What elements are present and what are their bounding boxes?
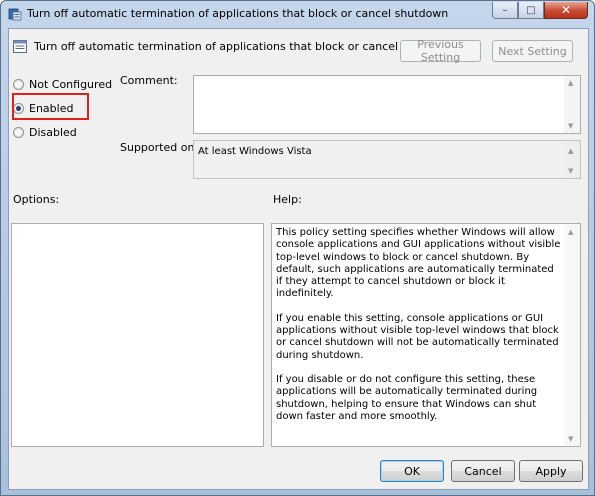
- options-label: Options:: [13, 193, 60, 206]
- help-text: This policy setting specifies whether Wi…: [276, 227, 562, 435]
- help-scrollbar[interactable]: ▲ ▼: [564, 224, 580, 446]
- minimize-button[interactable]: –: [492, 2, 518, 19]
- setting-title: Turn off automatic termination of applic…: [34, 40, 456, 53]
- supported-on-label: Supported on:: [120, 141, 199, 154]
- help-paragraph: This policy setting specifies whether Wi…: [276, 227, 561, 300]
- radio-not-configured[interactable]: Not Configured: [13, 78, 112, 91]
- radio-label: Disabled: [29, 126, 77, 139]
- supported-scrollbar[interactable]: ▲ ▼: [564, 141, 580, 178]
- scroll-up-icon[interactable]: ▲: [568, 79, 573, 87]
- supported-on-value: At least Windows Vista: [198, 146, 312, 157]
- comment-textarea[interactable]: ▲ ▼: [193, 75, 581, 134]
- close-button[interactable]: ✕: [544, 2, 588, 19]
- scroll-down-icon[interactable]: ▼: [568, 122, 573, 130]
- radio-circle[interactable]: [13, 127, 24, 138]
- minimize-icon: –: [502, 4, 508, 16]
- close-icon: ✕: [560, 3, 572, 17]
- setting-icon: [13, 40, 27, 53]
- scroll-up-icon[interactable]: ▲: [568, 147, 573, 155]
- scroll-down-icon[interactable]: ▼: [568, 167, 573, 175]
- scroll-up-icon[interactable]: ▲: [568, 228, 573, 236]
- title-bar[interactable]: Turn off automatic termination of applic…: [1, 1, 594, 27]
- dialog-window: Turn off automatic termination of applic…: [0, 0, 595, 496]
- policy-icon: [8, 8, 22, 21]
- maximize-icon: □: [526, 4, 536, 16]
- radio-circle[interactable]: [13, 79, 24, 90]
- comment-label: Comment:: [120, 74, 178, 87]
- apply-button[interactable]: Apply: [519, 460, 583, 482]
- cancel-button[interactable]: Cancel: [451, 460, 515, 482]
- previous-setting-button[interactable]: Previous Setting: [400, 38, 481, 64]
- radio-label: Not Configured: [29, 78, 113, 91]
- radio-disabled[interactable]: Disabled: [13, 126, 77, 139]
- supported-on-box: At least Windows Vista ▲ ▼: [193, 140, 581, 179]
- help-paragraph: If you enable this setting, console appl…: [276, 312, 559, 361]
- scroll-down-icon[interactable]: ▼: [568, 435, 573, 443]
- options-panel: [11, 223, 264, 447]
- help-label: Help:: [273, 193, 302, 206]
- comment-scrollbar[interactable]: ▲ ▼: [564, 76, 580, 133]
- help-panel: This policy setting specifies whether Wi…: [271, 223, 581, 447]
- next-setting-button[interactable]: Next Setting: [492, 40, 573, 62]
- help-paragraph: If you disable or do not configure this …: [276, 373, 538, 422]
- enabled-highlight-box: [12, 93, 89, 120]
- window-controls: – □ ✕: [492, 2, 588, 20]
- dialog-body: Turn off automatic termination of applic…: [8, 28, 589, 490]
- window-title: Turn off automatic termination of applic…: [27, 7, 449, 20]
- ok-button[interactable]: OK: [380, 460, 444, 482]
- maximize-button[interactable]: □: [518, 2, 544, 19]
